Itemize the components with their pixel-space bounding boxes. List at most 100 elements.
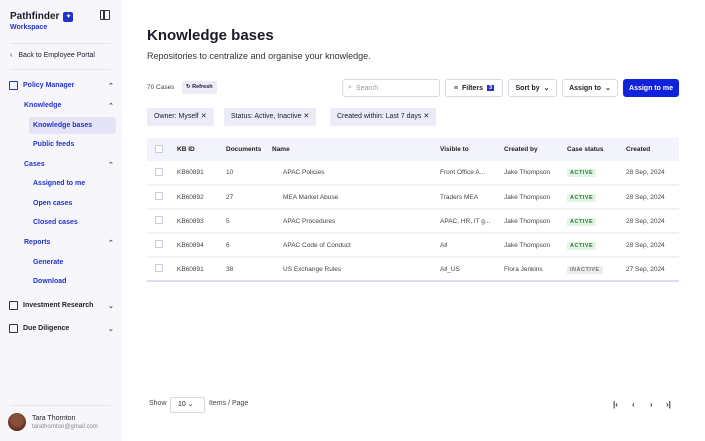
- user-email: tarathornton@gmail.com: [32, 423, 98, 430]
- nav-label: Open cases: [33, 200, 73, 207]
- cell-created: 28 Sep, 2024: [621, 209, 679, 234]
- nav-label: Investment Research: [23, 302, 94, 309]
- nav-cases[interactable]: Cases ⌃: [24, 161, 114, 169]
- cell-case-status: INACTIVE: [562, 257, 621, 282]
- chevron-up-icon: ⌃: [108, 102, 114, 110]
- page-title: Knowledge bases: [147, 27, 274, 44]
- back-link[interactable]: ‹ Back to Employee Portal: [10, 52, 95, 59]
- nav-public-feeds[interactable]: Public feeds: [33, 141, 74, 148]
- filter-chip[interactable]: Status: Active, Inactive ✕: [224, 108, 317, 126]
- filter-chip[interactable]: Owner: Myself ✕: [147, 108, 214, 126]
- cell-documents: 5: [221, 209, 267, 234]
- refresh-button[interactable]: ↻ Refresh: [182, 81, 217, 94]
- page-subtitle: Repositories to centralize and organise …: [147, 51, 371, 61]
- cell-created: 28 Sep, 2024: [621, 185, 679, 210]
- nav-label: Knowledge bases: [33, 122, 93, 129]
- cell-documents: 38: [221, 257, 267, 282]
- close-icon[interactable]: ✕: [303, 113, 309, 120]
- nav-closed-cases[interactable]: Closed cases: [33, 219, 78, 226]
- row-select[interactable]: [147, 209, 172, 234]
- nav-label: Cases: [24, 161, 45, 168]
- sort-by-button[interactable]: Sort by ⌄: [508, 79, 557, 97]
- nav-reports[interactable]: Reports ⌃: [24, 239, 114, 247]
- cell-case-status: ACTIVE: [562, 233, 621, 258]
- user-profile[interactable]: Tara Thornton tarathornton@gmail.com: [8, 413, 98, 431]
- first-page-icon[interactable]: |‹: [613, 400, 618, 409]
- filters-button[interactable]: ≡ Filters 3: [445, 79, 503, 97]
- table-row[interactable]: KB60894 6 APAC Code of Conduct All Jake Thom…: [147, 233, 679, 258]
- nav-knowledge[interactable]: Knowledge ⌃: [24, 102, 114, 110]
- nav-label: Reports: [24, 239, 51, 246]
- column-header[interactable]: Visible to: [435, 138, 499, 161]
- cell-kb-id: KB60893: [172, 209, 221, 234]
- status-badge: ACTIVE: [567, 193, 597, 202]
- brand-name: Pathfinder: [10, 11, 60, 22]
- nav-policy-manager[interactable]: Policy Manager ⌃: [9, 81, 114, 90]
- search-input[interactable]: ⌕ Search: [342, 79, 440, 97]
- column-header[interactable]: Documents: [221, 138, 267, 161]
- back-label: Back to Employee Portal: [18, 52, 95, 59]
- close-icon[interactable]: ✕: [423, 113, 429, 120]
- filter-icon: ≡: [453, 84, 458, 92]
- chevron-up-icon: ⌃: [108, 161, 114, 169]
- row-select[interactable]: [147, 161, 172, 186]
- prev-page-icon[interactable]: ‹: [632, 400, 635, 409]
- column-header[interactable]: Created: [621, 138, 679, 161]
- row-select[interactable]: [147, 233, 172, 258]
- nav-label: Generate: [33, 259, 64, 266]
- nav-investment-research[interactable]: Investment Research ⌄: [9, 301, 114, 310]
- checkbox[interactable]: [155, 264, 163, 272]
- last-page-icon[interactable]: ›|: [666, 400, 671, 409]
- checkbox[interactable]: [155, 216, 163, 224]
- checkbox[interactable]: [155, 144, 163, 153]
- page-size-select[interactable]: 10 ⌄: [170, 397, 205, 413]
- nav-label: Public feeds: [33, 141, 75, 148]
- table-row[interactable]: KB60891 10 APAC Policies Front Office A... J…: [147, 161, 679, 186]
- next-page-icon[interactable]: ›: [650, 400, 653, 409]
- nav-generate[interactable]: Generate: [33, 259, 63, 266]
- nav-due-diligence[interactable]: Due Diligence ⌄: [9, 324, 114, 333]
- cell-visible-to: All: [435, 233, 499, 258]
- chip-label: Owner: Myself: [154, 113, 199, 120]
- cell-created-by: Jake Thompson: [499, 209, 562, 234]
- items-per-page-label: Items / Page: [209, 400, 249, 407]
- policy-manager-icon: [9, 81, 18, 90]
- checkbox[interactable]: [155, 192, 163, 200]
- checkbox[interactable]: [155, 240, 163, 248]
- cell-documents: 27: [221, 185, 267, 210]
- chevron-up-icon: ⌃: [108, 239, 114, 247]
- status-badge: ACTIVE: [567, 217, 597, 226]
- cell-name: MEA Market Abuse: [267, 185, 435, 210]
- column-header[interactable]: Name: [267, 138, 435, 161]
- nav-download[interactable]: Download: [33, 278, 66, 285]
- chip-label: Created within: Last 7 days: [337, 113, 422, 120]
- select-all[interactable]: [147, 138, 172, 161]
- table-row[interactable]: KB60893 5 APAC Procedures APAC, HR, IT g...…: [147, 209, 679, 234]
- chevron-down-icon: ⌄: [108, 325, 114, 333]
- nav-knowledge-bases[interactable]: Knowledge bases: [29, 117, 116, 134]
- row-select[interactable]: [147, 185, 172, 210]
- column-header[interactable]: KB ID: [172, 138, 221, 161]
- cell-name: APAC Policies: [267, 161, 435, 186]
- assign-to-button[interactable]: Assign to ⌄: [562, 79, 618, 97]
- nav-label: Knowledge: [24, 102, 62, 109]
- checkbox[interactable]: [155, 167, 163, 176]
- filter-chip[interactable]: Created within: Last 7 days ✕: [330, 108, 437, 126]
- nav-open-cases[interactable]: Open cases: [33, 200, 72, 207]
- table-row[interactable]: KB60892 27 MEA Market Abuse Traders MEA Jake…: [147, 185, 679, 210]
- nav-label: Due Diligence: [23, 325, 70, 332]
- table-row[interactable]: KB60891 38 US Exchange Rules All_US Flora Je…: [147, 257, 679, 282]
- nav-assigned-to-me[interactable]: Assigned to me: [33, 180, 85, 187]
- status-badge: ACTIVE: [567, 241, 597, 250]
- show-label: Show: [149, 400, 167, 407]
- close-icon[interactable]: ✕: [201, 113, 207, 120]
- chevron-down-icon: ⌄: [543, 85, 550, 92]
- row-select[interactable]: [147, 257, 172, 282]
- column-header[interactable]: Created by: [499, 138, 562, 161]
- chevron-down-icon: ⌄: [605, 85, 611, 92]
- column-header[interactable]: Case status: [562, 138, 621, 161]
- assign-to-me-button[interactable]: Assign to me: [623, 79, 679, 97]
- sidebar-collapse-icon[interactable]: [100, 10, 110, 20]
- cell-visible-to: APAC, HR, IT g...: [435, 209, 499, 234]
- sidebar: Pathfinder ✦ Workspace ‹ Back to Employee …: [0, 0, 122, 441]
